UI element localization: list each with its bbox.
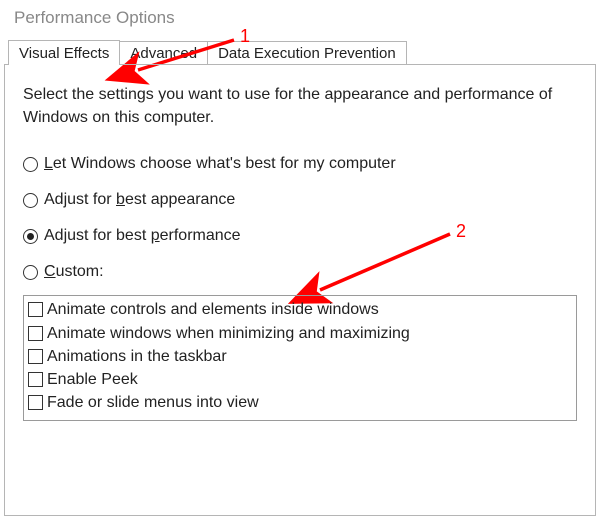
list-item-label: Animations in the taskbar: [47, 345, 227, 368]
checkbox-icon[interactable]: [28, 349, 43, 364]
effects-listbox[interactable]: Animate controls and elements inside win…: [23, 295, 577, 421]
radio-icon: [23, 229, 38, 244]
radio-let-windows-choose[interactable]: Let Windows choose what's best for my co…: [23, 155, 577, 173]
tab-panel-visual-effects: Select the settings you want to use for …: [4, 64, 596, 516]
radio-label: Adjust for best appearance: [44, 191, 235, 209]
tab-strip: Visual Effects Advanced Data Execution P…: [0, 38, 600, 64]
list-item[interactable]: Animate controls and elements inside win…: [28, 298, 572, 321]
radio-best-appearance[interactable]: Adjust for best appearance: [23, 191, 577, 209]
radio-custom[interactable]: Custom:: [23, 263, 577, 281]
tab-advanced[interactable]: Advanced: [119, 41, 208, 65]
radio-best-performance[interactable]: Adjust for best performance: [23, 227, 577, 245]
list-item[interactable]: Enable Peek: [28, 368, 572, 391]
description-text: Select the settings you want to use for …: [23, 83, 577, 129]
window-title: Performance Options: [0, 0, 600, 38]
radio-icon: [23, 265, 38, 280]
radio-label: Adjust for best performance: [44, 227, 241, 245]
checkbox-icon[interactable]: [28, 372, 43, 387]
radio-label: Let Windows choose what's best for my co…: [44, 155, 396, 173]
radio-icon: [23, 193, 38, 208]
checkbox-icon[interactable]: [28, 302, 43, 317]
tab-visual-effects[interactable]: Visual Effects: [8, 40, 120, 65]
checkbox-icon[interactable]: [28, 395, 43, 410]
performance-options-window: Performance Options Visual Effects Advan…: [0, 0, 600, 510]
radio-icon: [23, 157, 38, 172]
radio-group: Let Windows choose what's best for my co…: [23, 155, 577, 281]
tab-dep[interactable]: Data Execution Prevention: [207, 41, 407, 65]
list-item-label: Fade or slide menus into view: [47, 391, 259, 414]
list-item-label: Animate windows when minimizing and maxi…: [47, 322, 410, 345]
list-item[interactable]: Fade or slide menus into view: [28, 391, 572, 414]
list-item[interactable]: Animate windows when minimizing and maxi…: [28, 322, 572, 345]
list-item-label: Enable Peek: [47, 368, 138, 391]
checkbox-icon[interactable]: [28, 326, 43, 341]
list-item-label: Animate controls and elements inside win…: [47, 298, 379, 321]
radio-label: Custom:: [44, 263, 104, 281]
list-item[interactable]: Animations in the taskbar: [28, 345, 572, 368]
